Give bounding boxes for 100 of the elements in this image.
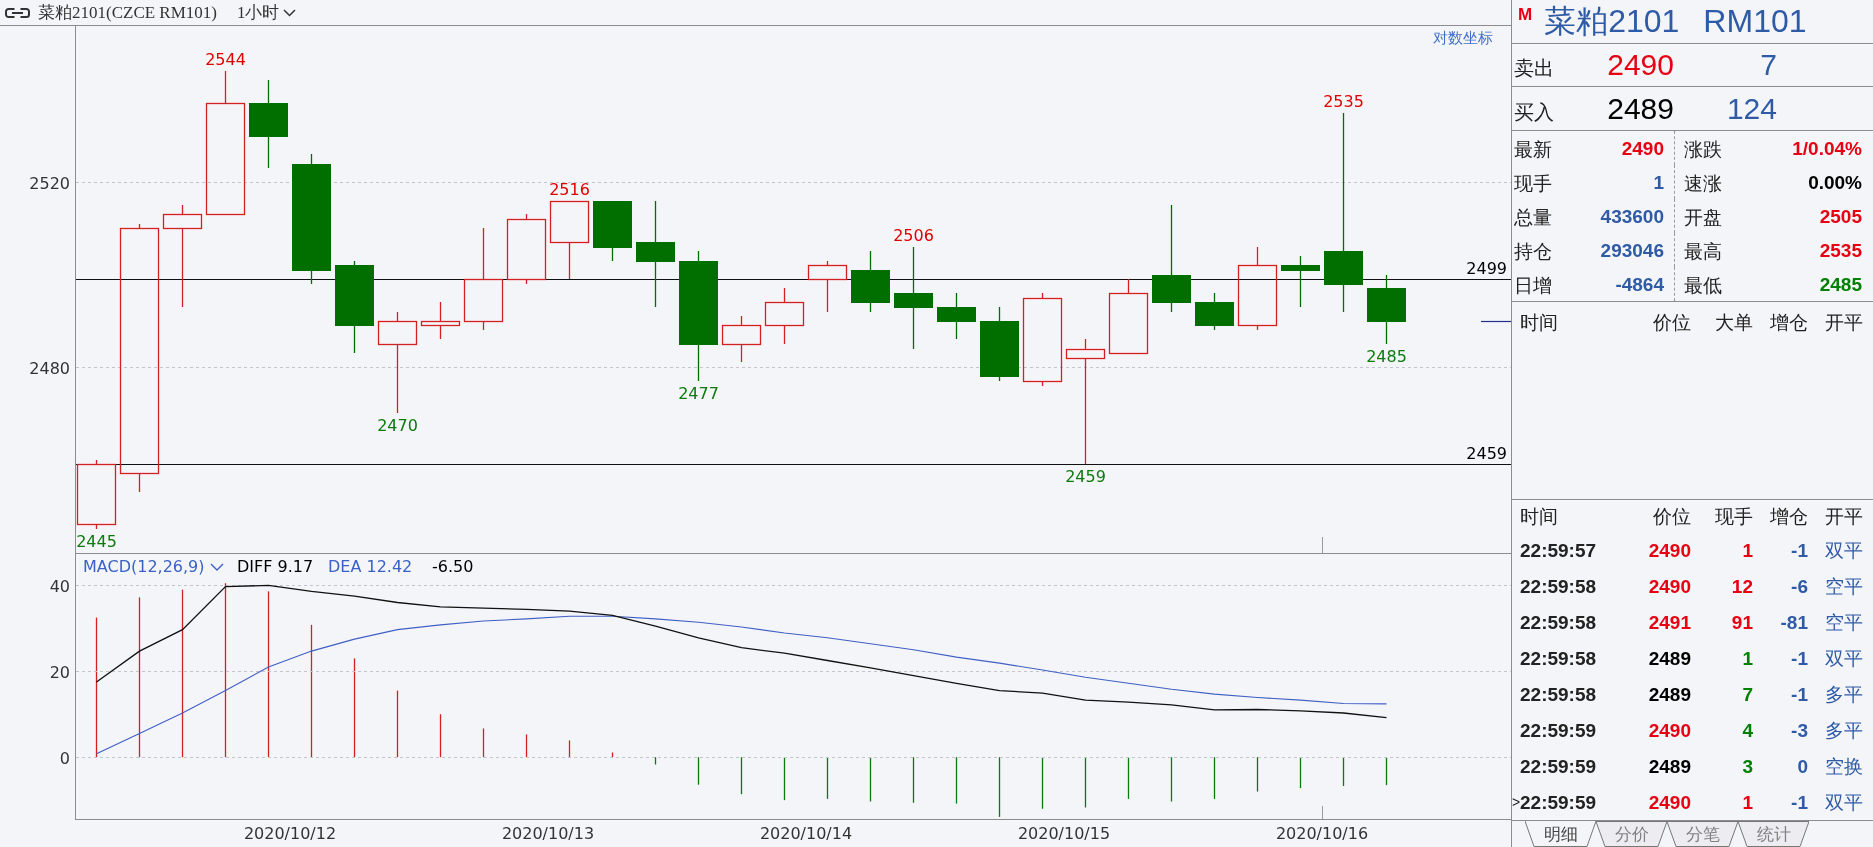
price-marker (1480, 320, 1511, 323)
trade-price: 2489 (1647, 684, 1691, 704)
trade-volume: 3 (1741, 756, 1753, 776)
low-price-label: 2470 (377, 416, 418, 435)
trade-type: 双平 (1824, 648, 1863, 668)
contract-code: RM101 (1703, 5, 1807, 37)
stat-label: 最新 (1514, 138, 1552, 159)
macd-bar (439, 713, 442, 758)
macd-bar (396, 689, 399, 758)
rising-candle (420, 301, 461, 340)
date-label: 2020/10/16 (1275, 824, 1369, 843)
date-label: 2020/10/15 (1017, 824, 1111, 843)
stat-label: 最高 (1684, 240, 1722, 261)
macd-bar (1127, 756, 1130, 800)
row-pointer: > (1512, 795, 1520, 809)
rising-candle (807, 260, 848, 313)
column-header: 增仓 (1769, 506, 1808, 526)
tab[interactable]: 分价 (1596, 821, 1667, 847)
trade-oi-change: -1 (1790, 792, 1808, 812)
macd-bar (740, 756, 743, 795)
trade-price: 2489 (1647, 756, 1691, 776)
macd-bar (697, 756, 700, 786)
low-price-label: 2477 (678, 384, 719, 403)
trade-price: 2491 (1647, 612, 1691, 632)
falling-candle (851, 250, 890, 313)
column-header: 价位 (1652, 506, 1691, 526)
date-label: 2020/10/13 (501, 824, 595, 843)
macd-bar (568, 739, 571, 758)
low-price-label: 2445 (76, 532, 117, 551)
trade-volume: 12 (1730, 576, 1753, 596)
tab[interactable]: 分笔 (1667, 821, 1738, 847)
falling-candle (1281, 255, 1320, 308)
trade-time: 22:59:58 (1520, 576, 1598, 596)
date-label: 2020/10/12 (243, 824, 337, 843)
trade-price: 2490 (1647, 576, 1691, 596)
macd-bar (1084, 756, 1087, 809)
trade-type: 多平 (1824, 684, 1863, 704)
order-volume: 124 (1725, 93, 1777, 124)
macd-axis-label: 20 (49, 662, 70, 682)
column-header: 增仓 (1769, 312, 1808, 332)
price-axis-label: 2480 (29, 358, 70, 378)
rising-candle (506, 213, 547, 285)
chevron-icon (210, 563, 224, 571)
macd-bar (783, 756, 786, 801)
date-label: 2020/10/14 (759, 824, 853, 843)
trade-volume: 4 (1741, 720, 1753, 740)
stat-value: 0.00% (1808, 172, 1862, 192)
low-price-label: 2459 (1065, 467, 1106, 486)
trade-type: 空换 (1824, 756, 1863, 776)
log-scale-button[interactable]: 对数坐标 (1433, 30, 1493, 46)
contract-name: 菜粕2101 (1544, 5, 1680, 37)
trade-oi-change: 0 (1796, 756, 1808, 776)
high-price-label: 2544 (205, 50, 246, 69)
link-icon[interactable] (5, 7, 30, 18)
stat-value: 2535 (1819, 240, 1862, 260)
macd-bar (955, 756, 958, 805)
trade-type: 空平 (1824, 576, 1863, 596)
trade-price: 2490 (1647, 720, 1691, 740)
macd-bar (998, 756, 1001, 818)
falling-candle (937, 292, 976, 340)
trade-type: 空平 (1824, 612, 1863, 632)
macd-axis-label: 0 (59, 748, 70, 768)
trade-oi-change: -6 (1790, 576, 1808, 596)
order-side-label: 买入 (1513, 99, 1555, 122)
stat-value: 2505 (1819, 206, 1862, 226)
high-price-label: 2506 (893, 226, 934, 245)
macd-bar (654, 756, 657, 766)
stat-value: 2485 (1819, 274, 1862, 294)
trade-type: 多平 (1824, 720, 1863, 740)
column-header: 开平 (1824, 506, 1863, 526)
trade-type: 双平 (1824, 540, 1863, 560)
trade-time: 22:59:59 (1520, 720, 1598, 740)
macd-bar (1342, 756, 1345, 787)
level-label: 2499 (1466, 258, 1507, 278)
tab[interactable]: 统计 (1738, 821, 1809, 847)
trade-price: 2490 (1647, 540, 1691, 560)
order-price: 2490 (1606, 50, 1674, 80)
trade-time: 22:59:58 (1520, 612, 1598, 632)
trade-price: 2489 (1647, 648, 1691, 668)
order-price: 2489 (1606, 93, 1674, 124)
tab[interactable]: 明细 (1525, 821, 1596, 847)
macd-bar (525, 733, 528, 758)
period-dropdown[interactable]: 1小时 (237, 4, 297, 21)
macd-bar (869, 756, 872, 803)
rising-candle (76, 459, 117, 530)
column-header: 时间 (1520, 506, 1559, 526)
trade-time: 22:59:59 (1520, 756, 1598, 776)
cursor-tick (1322, 805, 1323, 820)
trade-type: 双平 (1824, 792, 1863, 812)
macd-bar (1256, 756, 1259, 793)
trade-oi-change: -1 (1790, 540, 1808, 560)
stat-label: 总量 (1514, 206, 1552, 227)
column-header: 开平 (1824, 312, 1863, 332)
trade-volume: 91 (1730, 612, 1753, 632)
chevron-icon (283, 8, 297, 17)
trade-time: 22:59:58 (1520, 648, 1598, 668)
macd-bar (1041, 756, 1044, 810)
indicator-dropdown[interactable]: MACD(12,26,9) (83, 557, 224, 576)
diff-value: DIFF 9.17 (237, 557, 314, 576)
macd-bar (912, 756, 915, 804)
